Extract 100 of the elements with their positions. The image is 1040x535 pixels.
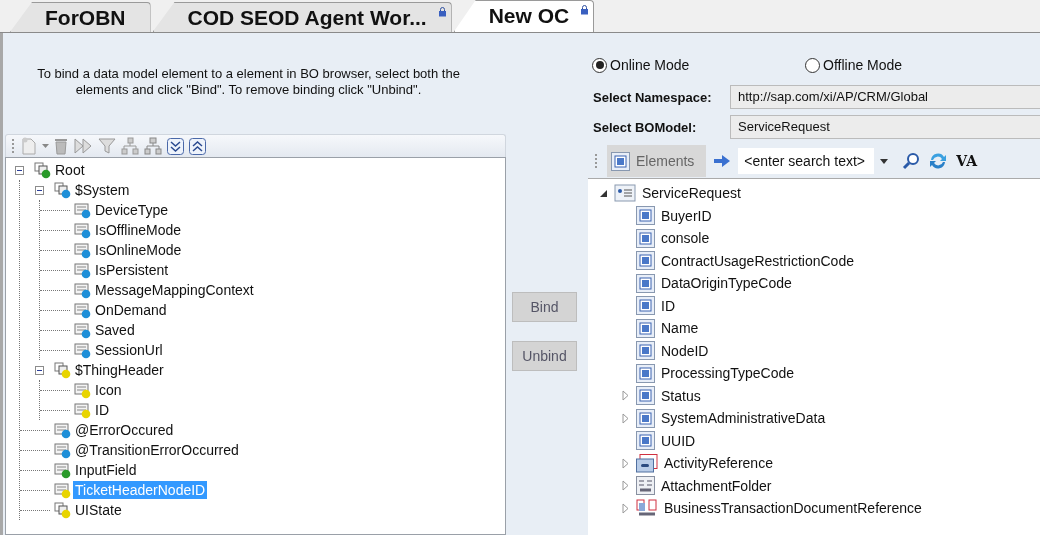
- node-icon: [74, 201, 92, 219]
- tree-item[interactable]: IsPersistent: [93, 261, 171, 279]
- hierarchy-icon[interactable]: [144, 137, 162, 155]
- collapse-all-icon[interactable]: [189, 137, 206, 155]
- fast-forward-icon[interactable]: [73, 137, 93, 155]
- node-icon: [74, 221, 92, 239]
- tree-item[interactable]: DeviceType: [93, 201, 171, 219]
- tree-item[interactable]: SystemAdministrativeData: [661, 410, 826, 427]
- element-icon: [636, 318, 655, 338]
- tree-item[interactable]: ID: [661, 297, 675, 314]
- bind-button[interactable]: Bind: [512, 292, 577, 322]
- tree-item[interactable]: UUID: [661, 432, 696, 449]
- tree-item[interactable]: Saved: [93, 321, 137, 339]
- node-icon: [54, 441, 72, 459]
- tree-item[interactable]: BuyerID: [661, 207, 712, 224]
- node-icon: [54, 461, 72, 479]
- filter-icon[interactable]: [98, 137, 116, 155]
- mode-radio[interactable]: Online Mode: [592, 57, 805, 73]
- select-field[interactable]: http://sap.com/xi/AP/CRM/Global: [730, 85, 1040, 109]
- bind-button[interactable]: Unbind: [512, 341, 577, 371]
- radio-circle[interactable]: [805, 57, 820, 73]
- collapse-toggle[interactable]: [15, 165, 24, 175]
- tree-item[interactable]: Status: [661, 387, 701, 404]
- search-icon[interactable]: [902, 152, 921, 170]
- arrow-right-icon[interactable]: [714, 155, 731, 167]
- tab[interactable]: ForOBN: [10, 2, 151, 32]
- tree-item[interactable]: @ErrorOccured: [73, 421, 176, 439]
- node-icon: [74, 301, 92, 319]
- mode-radio[interactable]: Offline Mode: [805, 57, 1018, 73]
- search-field[interactable]: <enter search text>: [738, 148, 875, 174]
- tree-item[interactable]: @TransitionErrorOccurred: [73, 441, 241, 459]
- element-icon: [636, 273, 655, 293]
- node-icon: [54, 181, 72, 199]
- node-icon: [74, 381, 92, 399]
- tree-item[interactable]: $System: [73, 181, 132, 199]
- tree-item[interactable]: ContractUsageRestrictionCode: [661, 252, 854, 269]
- tree-item[interactable]: SessionUrl: [93, 341, 165, 359]
- va-button[interactable]: VA: [956, 153, 977, 169]
- radio-circle[interactable]: [592, 57, 607, 73]
- expand-icon[interactable]: [620, 390, 630, 402]
- tree-item[interactable]: DataOriginTypeCode: [661, 275, 792, 292]
- tree-item[interactable]: AttachmentFolder: [661, 477, 772, 494]
- element-icon: [636, 363, 655, 383]
- entity-icon: [614, 184, 636, 203]
- node-icon: [74, 321, 92, 339]
- element-icon: [636, 408, 655, 428]
- element-icon: [636, 206, 655, 226]
- element-icon: [636, 228, 655, 248]
- trash-icon[interactable]: [54, 137, 68, 155]
- tree-item[interactable]: ID: [93, 401, 111, 419]
- tree-item[interactable]: NodeID: [661, 342, 709, 359]
- link-icon: [636, 498, 658, 518]
- hierarchy-icon[interactable]: [121, 137, 139, 155]
- refresh-icon[interactable]: [928, 151, 949, 171]
- reference-icon: [636, 453, 658, 473]
- tree-item[interactable]: IsOfflineMode: [93, 221, 184, 239]
- tree-item[interactable]: Icon: [93, 381, 124, 399]
- instruction-text: To bind a data model element to a element in BO browser, select both the elements and click "Bind". To remove binding click "Unbind".: [36, 66, 461, 98]
- element-icon: [636, 341, 655, 361]
- expand-icon[interactable]: [620, 480, 630, 492]
- collapse-toggle[interactable]: [35, 185, 44, 195]
- tree-item[interactable]: UIState: [73, 501, 124, 519]
- node-icon: [54, 421, 72, 439]
- node-icon: [54, 361, 72, 379]
- select-field[interactable]: ServiceRequest: [730, 115, 1040, 139]
- tree-item[interactable]: IsOnlineMode: [93, 241, 184, 259]
- tree-item[interactable]: ServiceRequest: [642, 185, 741, 202]
- tree-item[interactable]: OnDemand: [93, 301, 169, 319]
- tree-item[interactable]: ActivityReference: [664, 455, 773, 472]
- caret-icon[interactable]: [880, 158, 889, 164]
- tree-item[interactable]: InputField: [73, 461, 139, 479]
- tree-item[interactable]: ProcessingTypeCode: [661, 365, 795, 382]
- node-icon: [74, 281, 92, 299]
- tab[interactable]: New OC: [453, 0, 595, 32]
- field-label: Select BOModel:: [592, 119, 698, 135]
- elements-button[interactable]: Elements: [607, 145, 707, 177]
- node-icon: [34, 161, 52, 179]
- expand-all-icon[interactable]: [167, 137, 184, 155]
- tree-item[interactable]: $ThingHeader: [73, 361, 166, 379]
- element-icon: [611, 151, 630, 171]
- tree-item[interactable]: MessageMappingContext: [93, 281, 256, 299]
- expand-icon[interactable]: [620, 457, 630, 469]
- element-icon: [636, 386, 655, 406]
- expand-icon[interactable]: [620, 412, 630, 424]
- tree-item[interactable]: Name: [661, 320, 699, 337]
- node-icon: [54, 501, 72, 519]
- node-icon: [74, 341, 92, 359]
- field-label: Select Namespace:: [592, 89, 713, 105]
- element-icon: [636, 251, 655, 271]
- collapse-toggle[interactable]: [35, 365, 44, 375]
- element-icon: [636, 296, 655, 316]
- node-icon: [74, 261, 92, 279]
- expand-icon[interactable]: [620, 502, 630, 514]
- tab[interactable]: COD SEOD Agent Wor...: [152, 2, 452, 32]
- element-icon: [636, 431, 655, 451]
- tree-item[interactable]: BusinessTransactionDocumentReference: [664, 500, 922, 517]
- tree-item[interactable]: console: [661, 230, 710, 247]
- list-icon: [636, 476, 655, 496]
- tree-item[interactable]: Root: [53, 161, 87, 179]
- node-icon: [74, 241, 92, 259]
